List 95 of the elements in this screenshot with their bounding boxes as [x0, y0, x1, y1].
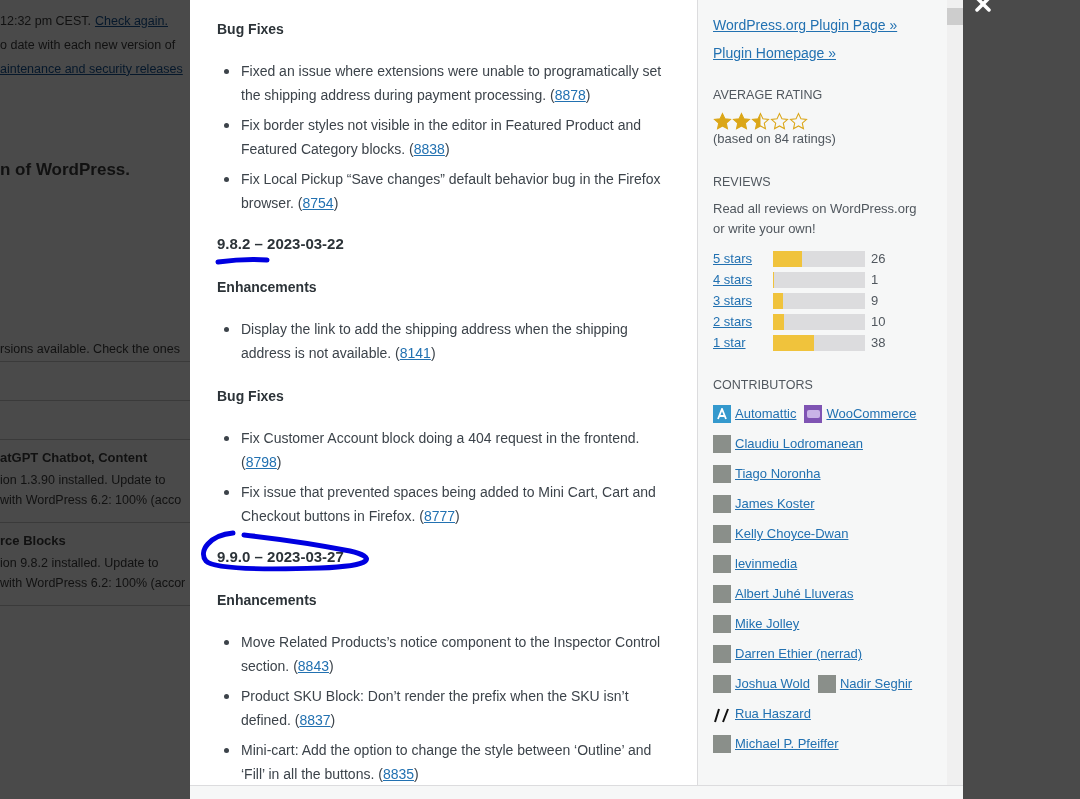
contributor-link[interactable]: Rua Haszard — [735, 704, 811, 724]
bullet-icon — [224, 490, 229, 495]
bullet-icon — [224, 327, 229, 332]
plugin-page-link[interactable]: Plugin Homepage » — [713, 42, 836, 64]
empty-star-icon — [770, 112, 789, 130]
changelog-entry: Display the link to add the shipping address when the shipping address is not available. (8141) — [241, 321, 628, 361]
changelog-entry: Product SKU Block: Don’t render the prefix when the SKU isn’t defined. (8837) — [241, 688, 629, 728]
bullet-icon — [224, 436, 229, 441]
rating-count: (based on 84 ratings) — [713, 130, 837, 148]
contributor-link[interactable]: Tiago Noronha — [735, 464, 821, 484]
plugin-compat: with WordPress 6.2: 100% (accor — [0, 575, 187, 592]
changelog-entry: Fix border styles not visible in the editor in Featured Product and Featured Category blocks. (8838) — [241, 117, 641, 157]
plugin-title: rce Blocks — [0, 532, 67, 550]
changelog-entry: Move Related Products’s notice component to the Inspector Control section. (8843) — [241, 634, 661, 674]
section-label: AVERAGE RATING — [713, 87, 824, 104]
issue-link[interactable]: 8754 — [302, 195, 334, 211]
changelog-entry: Fix issue that prevented spaces being added to Mini Cart, Cart and Checkout buttons in Firefox. (8777) — [241, 484, 656, 524]
avatar-placeholder — [713, 645, 731, 663]
bullet-icon — [224, 177, 229, 182]
issue-link[interactable]: 8835 — [382, 766, 415, 782]
avatar-placeholder — [713, 465, 731, 483]
bullet-icon — [224, 748, 229, 753]
issue-link[interactable]: 8837 — [299, 712, 331, 728]
section-heading: Enhancements — [217, 591, 317, 610]
bullet-icon — [224, 69, 229, 74]
contributor-link[interactable]: Nadir Seghir — [839, 674, 913, 694]
avatar-placeholder — [713, 555, 731, 573]
star-filter-link[interactable]: 2 stars — [713, 312, 773, 332]
contributor-link[interactable]: WooCommerce — [826, 404, 917, 424]
bullet-icon — [224, 640, 229, 645]
contributor-link[interactable]: Albert Juhé Lluveras — [735, 584, 854, 604]
avatar-placeholder — [713, 525, 731, 543]
contributor-link[interactable]: levinmedia — [735, 554, 798, 574]
avatar-placeholder — [713, 495, 731, 513]
background-heading: n of WordPress. — [0, 159, 131, 182]
contributor-link[interactable]: Mike Jolley — [735, 614, 800, 634]
contributor-link[interactable]: Darren Ethier (nerrad) — [735, 644, 863, 664]
changelog-entry: Fixed an issue where extensions were unable to programatically set the shipping address during payment processing. (8878) — [241, 63, 662, 103]
avatar-placeholder — [713, 735, 731, 753]
star-filter-link[interactable]: 3 stars — [713, 291, 773, 311]
scrollbar[interactable] — [947, 0, 963, 785]
star-filter-link[interactable]: 4 stars — [713, 270, 773, 290]
pen-underline — [215, 257, 271, 265]
background-text: o date with each new version of — [0, 36, 176, 54]
section-label: REVIEWS — [713, 174, 772, 191]
half-star-icon — [751, 112, 770, 130]
contributor-link[interactable]: James Koster — [735, 494, 815, 514]
star-filter-link[interactable]: 5 stars — [713, 249, 773, 269]
issue-link[interactable]: 8798 — [245, 454, 277, 470]
avatar-placeholder — [713, 585, 731, 603]
star-icon — [713, 112, 732, 130]
reviews-text: Read all reviews on WordPress.org or write your own! — [713, 200, 918, 238]
star-filter-link[interactable]: 1 star — [713, 333, 773, 353]
empty-star-icon — [789, 112, 808, 130]
contributor-link[interactable]: Automattic — [735, 404, 797, 424]
issue-link[interactable]: 8777 — [423, 508, 456, 524]
issue-link[interactable]: 8141 — [399, 345, 431, 361]
background-text: rsions available. Check the ones — [0, 340, 180, 358]
issue-link[interactable]: 8878 — [554, 87, 586, 103]
bullet-icon — [224, 123, 229, 128]
issue-link[interactable]: 8838 — [413, 141, 445, 157]
scrollbar-thumb[interactable] — [947, 8, 963, 25]
issue-link[interactable]: 8843 — [297, 658, 329, 674]
section-label: CONTRIBUTORS — [713, 377, 814, 394]
changelog-entry: Fix Customer Account block doing a 404 request in the frontend. (8798) — [241, 430, 640, 470]
bullet-icon — [224, 694, 229, 699]
avatar-placeholder — [713, 675, 731, 693]
logo-icon — [713, 405, 731, 423]
avatar-placeholder — [713, 615, 731, 633]
logo-icon — [804, 405, 823, 423]
version-heading: 9.9.0 – 2023-03-27 — [217, 547, 344, 567]
plugin-version: ion 1.3.90 installed. Update to — [0, 472, 167, 489]
version-heading: 9.8.2 – 2023-03-22 — [217, 234, 344, 254]
contributor-link[interactable]: Michael P. Pfeiffer — [735, 734, 839, 754]
plugin-compat: with WordPress 6.2: 100% (acco — [0, 492, 183, 509]
contributor-link[interactable]: Claudiu Lodromanean — [735, 434, 863, 454]
avatar-placeholder — [713, 435, 731, 453]
rating-count: 10 — [871, 313, 886, 332]
star-icon — [732, 112, 751, 130]
section-heading: Bug Fixes — [217, 20, 284, 39]
changelog-entry: Mini-cart: Add the option to change the style between ‘Outline’ and ‘Fill’ in all the buttons. (8835) — [241, 742, 652, 782]
rating-count: 26 — [871, 250, 886, 269]
changelog-entry: Fix Local Pickup “Save changes” default behavior bug in the Firefox browser. (8754) — [241, 171, 661, 211]
rating-count: 1 — [871, 271, 879, 290]
avatar-placeholder — [817, 675, 836, 693]
background-text: 12:32 pm CEST. — [0, 12, 91, 30]
rating-count: 9 — [871, 292, 879, 311]
section-heading: Enhancements — [217, 278, 317, 297]
plugin-page-link[interactable]: WordPress.org Plugin Page » — [713, 14, 898, 36]
plugin-version: ion 9.8.2 installed. Update to — [0, 555, 160, 572]
plugin-title: atGPT Chatbot, Content — [0, 449, 149, 467]
contributor-link[interactable]: Joshua Wold — [735, 674, 810, 694]
contributor-link[interactable]: Kelly Choyce-Dwan — [735, 524, 849, 544]
section-heading: Bug Fixes — [217, 387, 284, 406]
rating-count: 38 — [871, 334, 886, 353]
